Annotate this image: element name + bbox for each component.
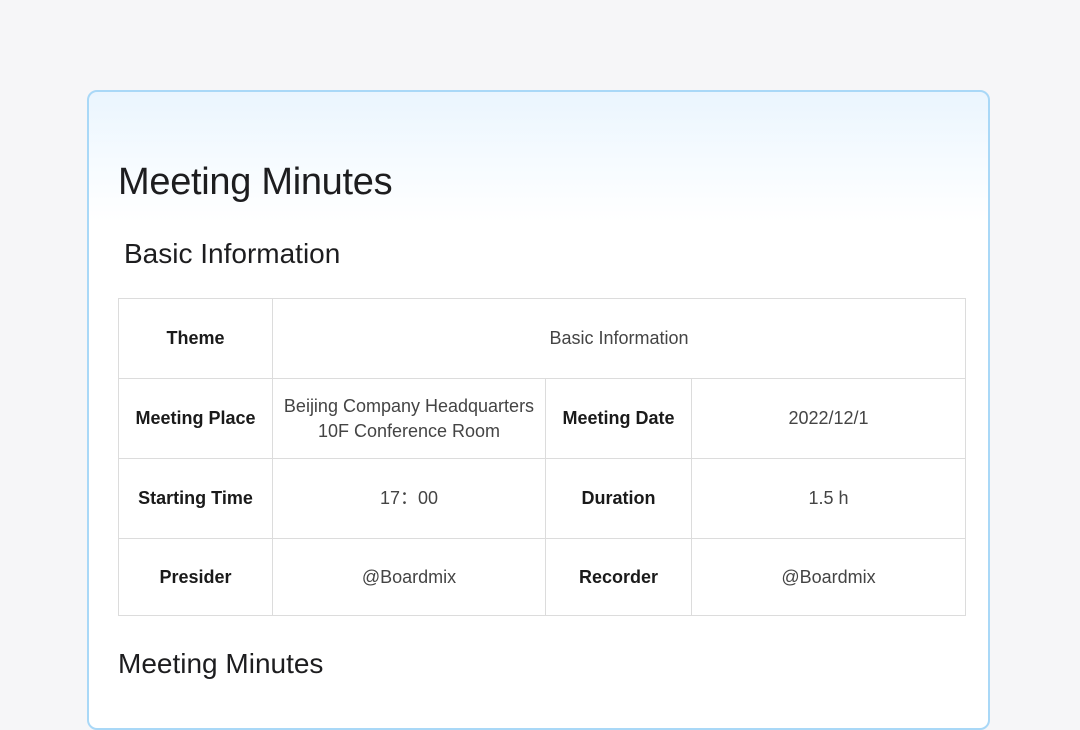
meeting-place-value[interactable]: Beijing Company Headquarters 10F Confere…: [272, 378, 546, 459]
theme-label: Theme: [118, 298, 273, 379]
meeting-date-value[interactable]: 2022/12/1: [691, 378, 966, 459]
theme-value[interactable]: Basic Information: [272, 298, 966, 379]
table-row-presider-recorder: Presider @Boardmix Recorder @Boardmix: [118, 538, 966, 616]
presider-value[interactable]: @Boardmix: [272, 538, 546, 616]
table-row-time-duration: Starting Time 17：00 Duration 1.5 h: [118, 458, 966, 539]
table-row-place-date: Meeting Place Beijing Company Headquarte…: [118, 378, 966, 459]
meeting-minutes-heading: Meeting Minutes: [118, 648, 324, 679]
recorder-label: Recorder: [545, 538, 692, 616]
duration-value[interactable]: 1.5 h: [691, 458, 966, 539]
meeting-minutes-card: Meeting Minutes Basic Information Theme …: [87, 90, 990, 730]
meeting-date-label: Meeting Date: [545, 378, 692, 459]
meeting-place-label: Meeting Place: [118, 378, 273, 459]
basic-information-heading: Basic Information: [124, 238, 341, 269]
starting-time-value[interactable]: 17：00: [272, 458, 546, 539]
meeting-place-line-1: Beijing Company Headquarters: [283, 395, 535, 416]
recorder-value[interactable]: @Boardmix: [691, 538, 966, 616]
page-title: Meeting Minutes: [118, 161, 393, 203]
presider-label: Presider: [118, 538, 273, 616]
duration-label: Duration: [545, 458, 692, 539]
meeting-place-line-2: 10F Conference Room: [317, 420, 501, 441]
starting-time-label: Starting Time: [118, 458, 273, 539]
basic-information-table: Theme Basic Information Meeting Place Be…: [118, 298, 966, 616]
table-row-theme: Theme Basic Information: [118, 298, 966, 379]
